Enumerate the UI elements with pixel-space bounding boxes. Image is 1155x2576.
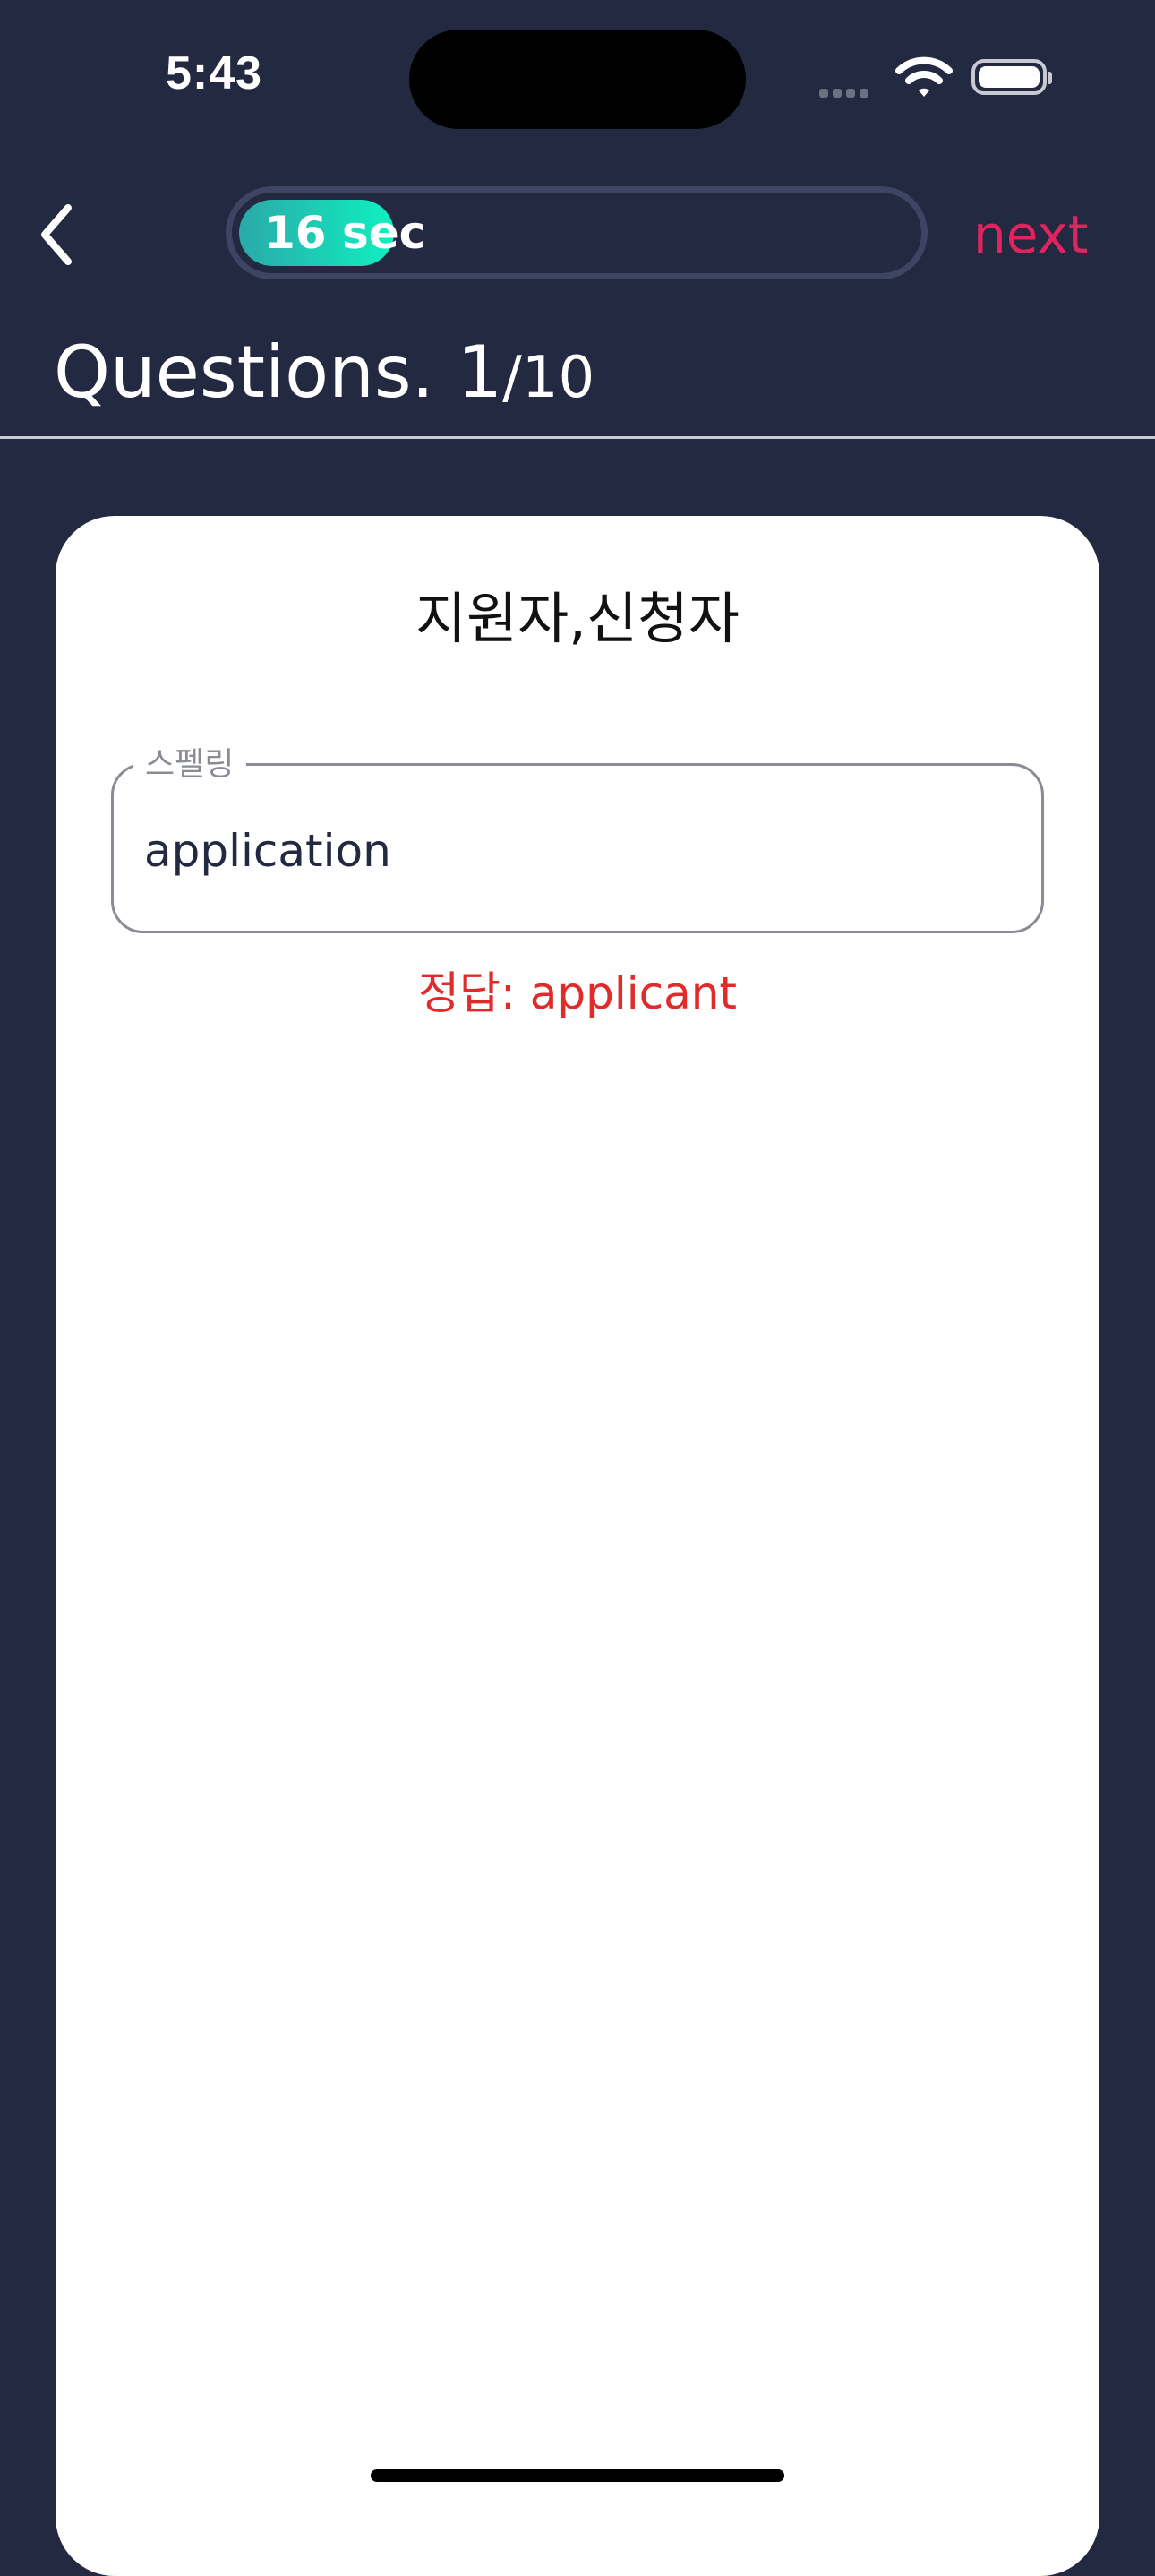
status-bar: 5:43	[0, 0, 1155, 152]
question-label: Questions. 1	[54, 331, 503, 414]
status-time: 5:43	[166, 47, 263, 99]
dynamic-island	[409, 30, 746, 129]
signal-icon	[819, 84, 873, 101]
question-counter: Questions. 1/10	[54, 328, 595, 437]
home-indicator	[371, 2469, 784, 2482]
correct-answer-text: 정답: applicant	[417, 967, 738, 1019]
chevron-left-icon	[41, 204, 72, 265]
spelling-input-label: 스펠링	[133, 743, 247, 786]
timer-progress-bar: 16 sec	[226, 186, 928, 279]
wifi-icon	[895, 56, 953, 103]
next-button[interactable]: next	[973, 199, 1089, 270]
question-total: /10	[502, 345, 595, 411]
spelling-input-value[interactable]: application	[144, 815, 391, 887]
timer-text: 16 sec	[264, 207, 426, 259]
back-button[interactable]	[32, 197, 95, 272]
battery-icon	[971, 59, 1052, 95]
question-word: 지원자,신청자	[415, 586, 740, 651]
header-divider	[0, 436, 1155, 439]
